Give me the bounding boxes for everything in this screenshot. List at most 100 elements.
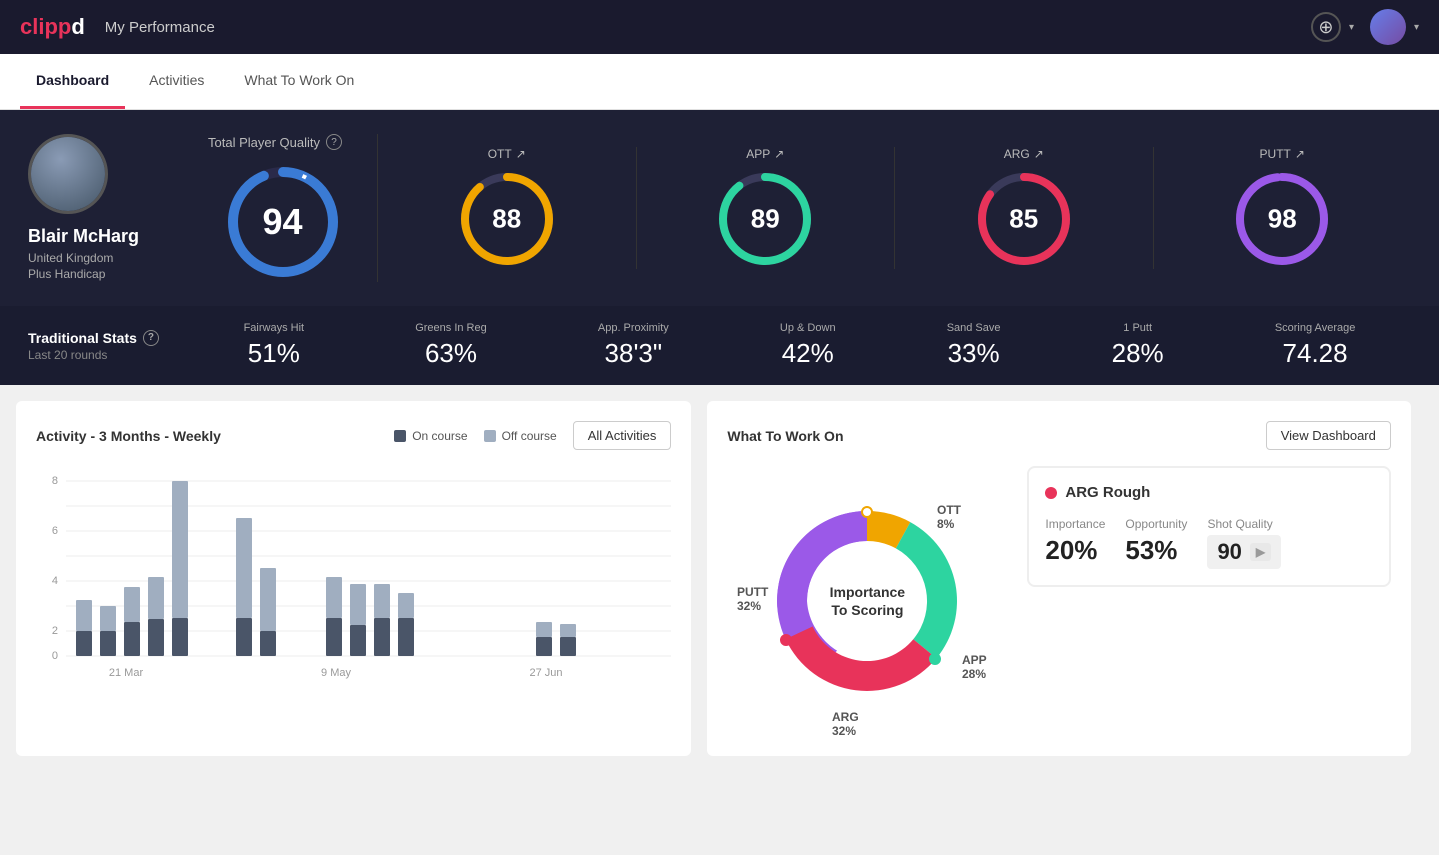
svg-text:0: 0 xyxy=(52,650,58,662)
stat-val-greens: 63% xyxy=(415,338,487,369)
arg-metric-importance-name: Importance xyxy=(1045,517,1105,531)
player-country: United Kingdom xyxy=(28,251,113,265)
trad-help-icon[interactable]: ? xyxy=(143,330,159,346)
svg-text:2: 2 xyxy=(52,625,58,637)
chart-legend: On course Off course xyxy=(394,429,557,443)
svg-text:28%: 28% xyxy=(962,667,986,681)
activity-panel: Activity - 3 Months - Weekly On course O… xyxy=(16,401,691,756)
player-handicap: Plus Handicap xyxy=(28,267,105,281)
all-activities-button[interactable]: All Activities xyxy=(573,421,672,450)
trad-stats-period: Last 20 rounds xyxy=(28,348,188,362)
putt-arrow: ↗ xyxy=(1295,147,1305,161)
score-circles: OTT ↗ 88 APP ↗ xyxy=(378,147,1411,269)
svg-text:27 Jun: 27 Jun xyxy=(529,667,562,679)
profile-button-group[interactable]: ▾ xyxy=(1370,9,1419,45)
stat-up-and-down: Up & Down 42% xyxy=(780,322,836,369)
activity-panel-header: Activity - 3 Months - Weekly On course O… xyxy=(36,421,671,450)
stat-name-fairways: Fairways Hit xyxy=(244,322,305,334)
tpq-score: 94 xyxy=(262,201,302,243)
stat-sand-save: Sand Save 33% xyxy=(947,322,1001,369)
logo: clippd xyxy=(20,14,85,40)
traditional-stats: Traditional Stats ? Last 20 rounds Fairw… xyxy=(0,306,1439,385)
what-to-work-title: What To Work On xyxy=(727,428,843,444)
arg-card-header: ARG Rough xyxy=(1045,484,1373,501)
player-name: Blair McHarg xyxy=(28,226,139,247)
arg-dot xyxy=(1045,487,1057,499)
stats-banner: Blair McHarg United Kingdom Plus Handica… xyxy=(0,110,1439,306)
arg-arrow: ↗ xyxy=(1034,147,1044,161)
donut-svg: OTT 8% APP 28% ARG 32% PUTT 32% xyxy=(727,466,1007,736)
svg-text:21 Mar: 21 Mar xyxy=(109,667,144,679)
shot-quality-badge: 90 ▶ xyxy=(1207,535,1281,569)
what-to-work-panel: What To Work On View Dashboard xyxy=(707,401,1411,756)
player-info: Blair McHarg United Kingdom Plus Handica… xyxy=(28,134,208,282)
svg-text:8: 8 xyxy=(52,475,58,487)
arg-metric-importance-val: 20% xyxy=(1045,535,1105,566)
ott-arrow: ↗ xyxy=(516,147,526,161)
add-button-group[interactable]: ⊕ ▾ xyxy=(1311,12,1354,42)
score-item-putt: PUTT ↗ 98 xyxy=(1154,147,1412,269)
stat-app-proximity: App. Proximity 38'3" xyxy=(598,322,669,369)
tpq-help-icon[interactable]: ? xyxy=(326,134,342,150)
stat-scoring-avg: Scoring Average 74.28 xyxy=(1275,322,1356,369)
legend-on-course-dot xyxy=(394,430,406,442)
arg-card: ARG Rough Importance 20% Opportunity 53%… xyxy=(1027,466,1391,587)
arg-label: ARG ↗ xyxy=(1004,147,1044,161)
trad-stats-label: Traditional Stats ? Last 20 rounds xyxy=(28,330,188,362)
arg-circle: 85 xyxy=(974,169,1074,269)
app-arrow: ↗ xyxy=(774,147,784,161)
shot-quality-indicator: ▶ xyxy=(1250,543,1271,561)
tab-what-to-work-on[interactable]: What To Work On xyxy=(228,54,370,109)
top-bar-title: My Performance xyxy=(105,19,215,36)
tpq-circle: 94 xyxy=(223,162,343,282)
putt-score: 98 xyxy=(1268,204,1297,235)
stat-val-proximity: 38'3" xyxy=(598,338,669,369)
ott-label: OTT ↗ xyxy=(488,147,526,161)
arg-metric-opportunity-name: Opportunity xyxy=(1125,517,1187,531)
svg-text:8%: 8% xyxy=(937,517,955,531)
player-avatar xyxy=(28,134,108,214)
arg-metric-shot-quality: Shot Quality 90 ▶ xyxy=(1207,517,1281,569)
arg-metrics: Importance 20% Opportunity 53% Shot Qual… xyxy=(1045,517,1373,569)
tab-dashboard[interactable]: Dashboard xyxy=(20,54,125,109)
arg-card-wrapper: ARG Rough Importance 20% Opportunity 53%… xyxy=(1027,466,1391,736)
stat-fairways-hit: Fairways Hit 51% xyxy=(244,322,305,369)
avatar[interactable] xyxy=(1370,9,1406,45)
stat-val-scoring: 74.28 xyxy=(1275,338,1356,369)
svg-text:ARG: ARG xyxy=(832,710,859,724)
top-bar: clippd My Performance ⊕ ▾ ▾ xyxy=(0,0,1439,54)
app-score: 89 xyxy=(751,204,780,235)
stat-name-1putt: 1 Putt xyxy=(1112,322,1164,334)
arg-metric-opportunity: Opportunity 53% xyxy=(1125,517,1187,569)
profile-chevron: ▾ xyxy=(1414,22,1419,33)
view-dashboard-button[interactable]: View Dashboard xyxy=(1266,421,1391,450)
tpq-container: Total Player Quality ? 94 xyxy=(208,134,378,282)
score-item-ott: OTT ↗ 88 xyxy=(378,147,637,269)
svg-text:6: 6 xyxy=(52,525,58,537)
legend-on-course: On course xyxy=(394,429,467,443)
arg-card-title: ARG Rough xyxy=(1065,484,1150,501)
bar-chart-svg: 8 6 4 2 0 xyxy=(36,466,671,686)
ott-score: 88 xyxy=(492,204,521,235)
stat-items: Fairways Hit 51% Greens In Reg 63% App. … xyxy=(188,322,1411,369)
tpq-label: Total Player Quality ? xyxy=(208,134,357,150)
stat-1-putt: 1 Putt 28% xyxy=(1112,322,1164,369)
stat-name-greens: Greens In Reg xyxy=(415,322,487,334)
legend-off-course: Off course xyxy=(484,429,557,443)
svg-text:32%: 32% xyxy=(832,724,856,736)
stat-val-1putt: 28% xyxy=(1112,338,1164,369)
stat-name-proximity: App. Proximity xyxy=(598,322,669,334)
bottom-panels: Activity - 3 Months - Weekly On course O… xyxy=(0,385,1439,772)
arg-metric-shot-quality-name: Shot Quality xyxy=(1207,517,1281,531)
add-button[interactable]: ⊕ xyxy=(1311,12,1341,42)
tab-activities[interactable]: Activities xyxy=(133,54,220,109)
top-bar-left: clippd My Performance xyxy=(20,14,215,40)
trad-stats-title: Traditional Stats ? xyxy=(28,330,188,346)
score-item-arg: ARG ↗ 85 xyxy=(895,147,1154,269)
app-circle: 89 xyxy=(715,169,815,269)
arg-score: 85 xyxy=(1009,204,1038,235)
top-bar-right: ⊕ ▾ ▾ xyxy=(1311,9,1419,45)
what-to-work-header: What To Work On View Dashboard xyxy=(727,421,1391,450)
arg-metric-opportunity-val: 53% xyxy=(1125,535,1187,566)
stat-val-fairways: 51% xyxy=(244,338,305,369)
